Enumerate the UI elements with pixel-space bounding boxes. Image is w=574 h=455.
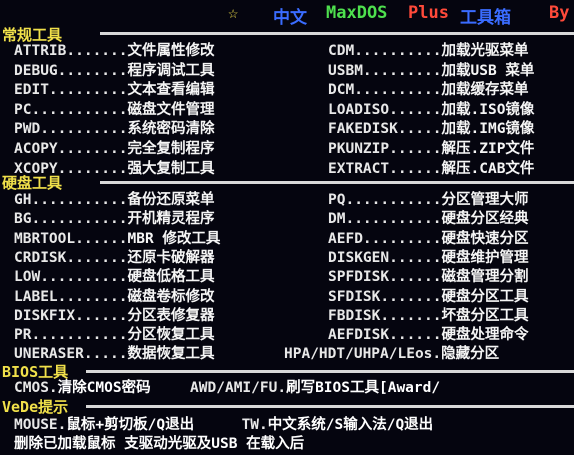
- tool-description: MBR 修改工具: [127, 230, 221, 247]
- tool-command[interactable]: HPA/HDT/UHPA/LEos.: [284, 346, 441, 362]
- tool-command[interactable]: GH...........: [14, 192, 128, 208]
- cmos-command[interactable]: CMOS.: [14, 380, 58, 396]
- tool-command[interactable]: PC...........: [14, 102, 128, 118]
- vede-row-2-text: 删除已加载鼠标 支驱动光驱及USB 在载入后: [14, 436, 305, 452]
- tool-command[interactable]: AEFD.........: [328, 231, 442, 247]
- tool-description: 程序调试工具: [127, 62, 215, 79]
- tool-command[interactable]: USBM.........: [328, 63, 442, 79]
- tool-entry-hpa[interactable]: HPA/HDT/UHPA/LEos.隐藏分区: [284, 343, 574, 365]
- title-plus: Plus: [408, 3, 449, 23]
- cmos-description: 清除CMOS密码: [57, 380, 151, 396]
- tool-description: 加载光驱菜单: [441, 43, 529, 59]
- tool-command[interactable]: BG...........: [14, 211, 128, 227]
- tool-command[interactable]: DM...........: [328, 211, 442, 227]
- tool-description: 开机精灵程序: [127, 211, 215, 228]
- tool-description: 分区表修复器: [127, 307, 215, 324]
- tool-description: 数据恢复工具: [127, 346, 215, 363]
- tool-description: 完全复制程序: [127, 141, 215, 157]
- tool-description: 硬盘低格工具: [127, 269, 215, 286]
- tool-command[interactable]: CRDISK.......: [14, 250, 128, 266]
- tool-command[interactable]: AEFDISK......: [328, 327, 442, 343]
- tool-description: 坏盘分区工具: [441, 307, 529, 324]
- section-divider: [86, 370, 574, 373]
- tool-description: 磁盘卷标修改: [127, 288, 215, 305]
- tool-command[interactable]: FBDISK.......: [328, 308, 442, 324]
- bios-row: CMOS.清除CMOS密码 AWD/AMI/FU.刷写BIOS工具[Award/: [14, 377, 574, 399]
- tool-command[interactable]: LOADISO......: [328, 102, 442, 118]
- tool-description: 还原卡破解器: [127, 249, 215, 266]
- tool-description: 加载.ISO镜像: [441, 101, 535, 118]
- title-zh: 中文: [273, 8, 307, 28]
- tool-description: 分区恢复工具: [127, 327, 215, 344]
- section-divider: [86, 405, 574, 408]
- vede-row-2: 删除已加载鼠标 支驱动光驱及USB 在载入后: [14, 433, 574, 455]
- tw-command[interactable]: TW.: [242, 417, 268, 433]
- awd-description: 刷写BIOS工具[Award/: [286, 380, 441, 396]
- tool-description: 备份还原菜单: [127, 192, 215, 208]
- tool-command[interactable]: PKUNZIP......: [328, 141, 442, 157]
- section-divider: [100, 32, 574, 35]
- tool-description: 硬盘处理命令: [441, 327, 529, 344]
- tool-command[interactable]: LOW..........: [14, 269, 128, 285]
- tool-description: 加载.IMG镜像: [441, 121, 535, 138]
- tool-command[interactable]: PQ...........: [328, 192, 442, 208]
- title-by: By: [549, 3, 570, 23]
- tool-description: 文件属性修改: [127, 43, 215, 59]
- awd-command[interactable]: AWD/AMI/FU.: [190, 380, 286, 396]
- tool-command[interactable]: ATTRIB.......: [14, 43, 128, 59]
- star-icon: ☆: [228, 3, 239, 23]
- tool-command[interactable]: DEBUG........: [14, 63, 128, 79]
- tool-command[interactable]: EXTRACT......: [328, 161, 442, 177]
- tool-description: 解压.CAB文件: [441, 160, 535, 177]
- title-bar: ☆ 中文 MaxDOS Plus 工具箱 By: [0, 0, 574, 28]
- tool-command[interactable]: MBRTOOL......: [14, 231, 128, 247]
- tool-description: 系统密码清除: [127, 121, 215, 138]
- tool-entry-right[interactable]: EXTRACT......解压.CAB文件: [328, 158, 574, 180]
- tool-command[interactable]: FAKEDISK.....: [328, 121, 442, 137]
- tw-description: 中文系统/S输入法/Q退出: [267, 417, 434, 433]
- tool-description: 磁盘管理分割: [441, 269, 529, 286]
- tool-description: 隐藏分区: [441, 346, 500, 363]
- tool-command[interactable]: DISKFIX......: [14, 308, 128, 324]
- tool-command[interactable]: PWD..........: [14, 121, 128, 137]
- tool-command[interactable]: SPFDISK......: [328, 269, 442, 285]
- tool-command[interactable]: DISKGEN......: [328, 250, 442, 266]
- section-divider: [100, 181, 574, 184]
- tool-description: 文本查看编辑: [127, 82, 215, 99]
- title-toolbox: 工具箱: [460, 8, 511, 28]
- mouse-description: 鼠标+剪切板/Q退出: [66, 417, 195, 433]
- tool-command[interactable]: UNERASER.....: [14, 346, 128, 362]
- mouse-command[interactable]: MOUSE.: [14, 417, 66, 433]
- tool-description: 解压.ZIP文件: [441, 141, 535, 157]
- tool-command[interactable]: DCM..........: [328, 82, 442, 98]
- tool-description: 强大复制工具: [127, 160, 215, 177]
- tool-command[interactable]: CDM..........: [328, 43, 442, 59]
- tool-description: 磁盘文件管理: [127, 101, 215, 118]
- tool-command[interactable]: EDIT.........: [14, 82, 128, 98]
- tool-description: 加载缓存菜单: [441, 82, 529, 99]
- tool-command[interactable]: LABEL........: [14, 289, 128, 305]
- tool-description: 硬盘快速分区: [441, 230, 529, 247]
- tool-description: 硬盘分区工具: [441, 288, 529, 305]
- title-app: MaxDOS: [326, 3, 388, 23]
- tool-description: 加载USB 菜单: [441, 62, 535, 79]
- tool-command[interactable]: PR...........: [14, 327, 128, 343]
- tool-description: 分区管理大师: [441, 192, 529, 208]
- tool-command[interactable]: SFDISK.......: [328, 289, 442, 305]
- tool-description: 硬盘维护管理: [441, 249, 529, 266]
- tool-description: 硬盘分区经典: [441, 211, 529, 228]
- tool-command[interactable]: ACOPY........: [14, 141, 128, 157]
